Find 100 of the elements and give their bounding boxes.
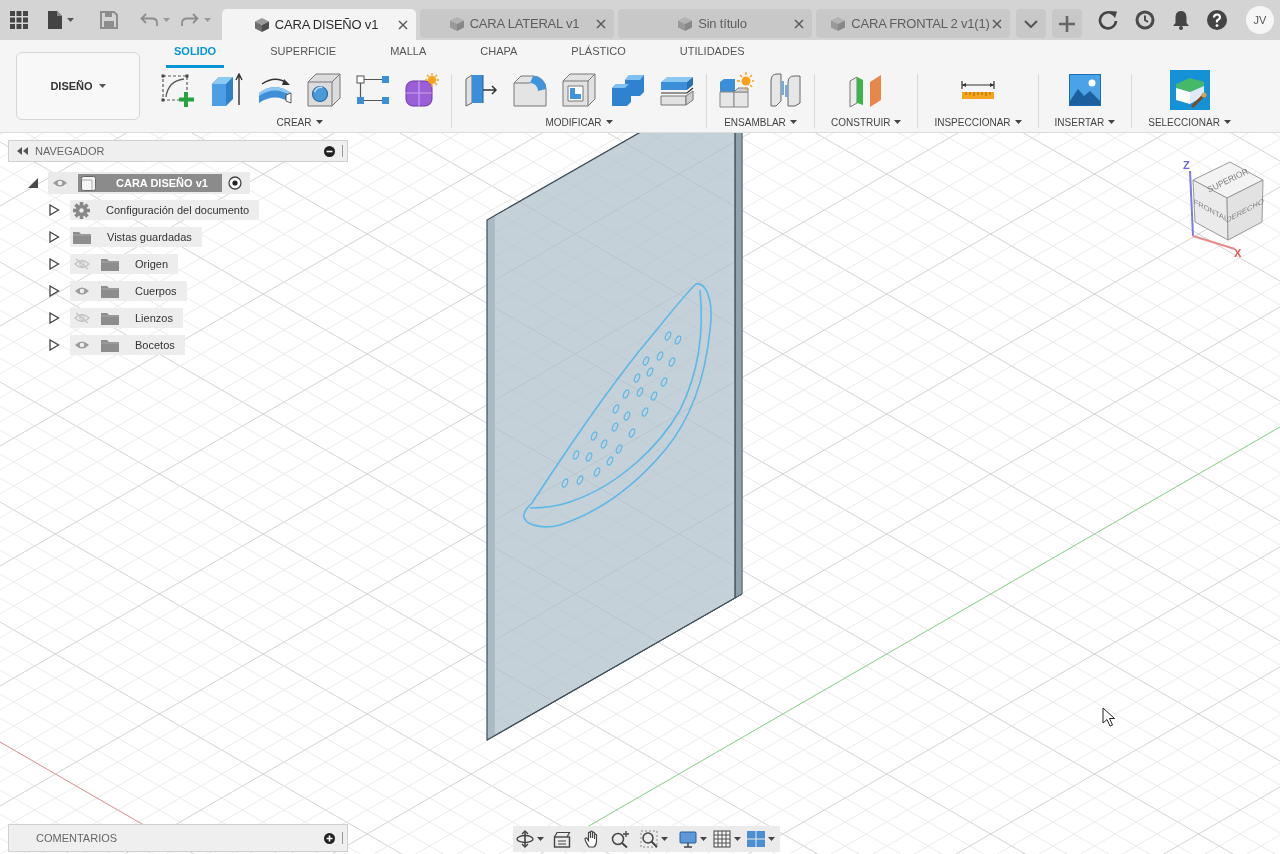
group-menu-button[interactable]: CREAR bbox=[276, 115, 323, 129]
radio-icon[interactable] bbox=[227, 176, 242, 190]
caret-icon[interactable] bbox=[537, 837, 544, 841]
sketch-plus-icon[interactable] bbox=[160, 73, 194, 107]
caret-icon bbox=[1014, 120, 1022, 124]
folder-icon bbox=[101, 257, 119, 271]
close-icon[interactable] bbox=[992, 18, 1002, 29]
gear-icon bbox=[73, 201, 90, 219]
caret-icon bbox=[315, 120, 323, 124]
close-icon[interactable] bbox=[596, 18, 606, 29]
disclosure-triangle-icon[interactable] bbox=[48, 258, 60, 270]
hole-cube-icon[interactable] bbox=[307, 73, 341, 107]
tree-item[interactable]: Configuración del documento bbox=[70, 200, 260, 220]
bell-icon[interactable] bbox=[1172, 10, 1190, 30]
tree-item[interactable]: Cuerpos bbox=[70, 281, 187, 301]
form-block-sparkle-icon[interactable] bbox=[405, 73, 439, 107]
cube-icon bbox=[253, 16, 270, 33]
grid-icon[interactable] bbox=[713, 830, 731, 848]
caret-icon[interactable] bbox=[661, 837, 668, 841]
caret-icon[interactable] bbox=[768, 837, 775, 841]
folder-icon bbox=[73, 230, 91, 244]
disclosure-triangle-icon[interactable] bbox=[48, 339, 60, 351]
caret-icon bbox=[1108, 120, 1116, 124]
orbit-icon[interactable] bbox=[516, 830, 534, 848]
ribbon-tab[interactable]: PLÁSTICO bbox=[563, 40, 634, 68]
ruler-dimension-icon[interactable] bbox=[961, 80, 995, 100]
folder-icon bbox=[101, 338, 119, 352]
view-cube-drawing[interactable] bbox=[1192, 161, 1264, 241]
cube-icon bbox=[448, 15, 465, 32]
new-tab-button[interactable] bbox=[1052, 9, 1082, 38]
group-menu-button[interactable]: ENSAMBLAR bbox=[724, 115, 797, 129]
tree-item[interactable]: Lienzos bbox=[70, 308, 183, 328]
chevron-down-icon bbox=[1024, 19, 1038, 28]
disclosure-triangle-icon[interactable] bbox=[27, 177, 39, 189]
ribbon-tab[interactable]: MALLA bbox=[382, 40, 435, 68]
mouse-pointer-icon bbox=[1102, 707, 1115, 727]
plus-circle-icon[interactable] bbox=[324, 832, 335, 844]
caret-icon bbox=[789, 120, 797, 124]
folder-icon bbox=[101, 311, 119, 325]
workspace-menu-button[interactable]: DISEÑO bbox=[16, 52, 140, 120]
component-box-icon bbox=[81, 175, 96, 191]
zoom-window-icon[interactable] bbox=[640, 830, 658, 848]
monitor-icon[interactable] bbox=[679, 830, 697, 848]
group-menu-button[interactable]: CONSTRUIR bbox=[831, 115, 902, 129]
caret-icon[interactable] bbox=[67, 18, 74, 22]
user-avatar[interactable]: JV bbox=[1246, 6, 1274, 34]
ribbon-tab[interactable]: CHAPA bbox=[472, 40, 526, 68]
help-icon[interactable] bbox=[1207, 10, 1227, 30]
blocks-sparkle-icon[interactable] bbox=[718, 72, 754, 108]
caret-icon bbox=[894, 120, 902, 124]
disclosure-triangle-icon[interactable] bbox=[48, 285, 60, 297]
disclosure-triangle-icon[interactable] bbox=[48, 231, 60, 243]
stepped-blocks-icon[interactable] bbox=[611, 74, 645, 106]
group-menu-button[interactable]: INSPECCIONAR bbox=[934, 115, 1022, 129]
cube-brush-icon[interactable] bbox=[1169, 70, 1210, 110]
circular-arrow-icon[interactable] bbox=[1098, 10, 1118, 30]
disclosure-triangle-icon[interactable] bbox=[48, 312, 60, 324]
joint-parts-icon[interactable] bbox=[769, 73, 801, 107]
hand-icon[interactable] bbox=[584, 830, 600, 848]
apps-grid-icon[interactable] bbox=[10, 11, 28, 29]
group-menu-button[interactable]: INSERTAR bbox=[1054, 115, 1116, 129]
cube-icon bbox=[677, 15, 694, 32]
axis-label: Z bbox=[1183, 159, 1190, 171]
collapse-panel-icon[interactable] bbox=[17, 147, 29, 155]
ribbon-tab[interactable]: UTILIDADES bbox=[671, 40, 753, 68]
tab-list-button[interactable] bbox=[1016, 9, 1046, 38]
extrude-box-icon[interactable] bbox=[209, 73, 243, 107]
minus-circle-icon[interactable] bbox=[324, 145, 335, 157]
layered-slab-icon[interactable] bbox=[660, 74, 694, 106]
document-tab[interactable]: CARA DISEÑO v1 bbox=[222, 9, 416, 40]
fillet-block-icon[interactable] bbox=[513, 73, 547, 107]
panel-title: COMENTARIOS bbox=[36, 832, 119, 844]
tree-item[interactable]: Bocetos bbox=[70, 335, 185, 355]
cube-icon bbox=[830, 15, 847, 32]
clock-icon[interactable] bbox=[1135, 10, 1155, 30]
close-icon[interactable] bbox=[398, 19, 408, 30]
caret-icon bbox=[605, 120, 613, 124]
document-tab[interactable]: CARA FRONTAL 2 v1(1) bbox=[816, 9, 1010, 38]
document-tab[interactable]: CARA LATERAL v1 bbox=[420, 9, 614, 38]
folder-icon bbox=[101, 284, 119, 298]
tree-item[interactable]: Origen bbox=[70, 254, 179, 274]
tree-item[interactable]: Vistas guardadas bbox=[70, 227, 202, 247]
ribbon-tab[interactable]: SUPERFICIE bbox=[262, 40, 345, 68]
caret-icon[interactable] bbox=[734, 837, 741, 841]
group-menu-button[interactable]: SELECCIONAR bbox=[1148, 115, 1231, 129]
press-pull-icon[interactable] bbox=[464, 73, 498, 107]
file-icon[interactable] bbox=[48, 11, 62, 29]
caret-icon bbox=[1223, 120, 1231, 124]
pattern-squares-icon[interactable] bbox=[356, 75, 390, 105]
group-menu-button[interactable]: MODIFICAR bbox=[545, 115, 613, 129]
shell-box-icon[interactable] bbox=[562, 73, 596, 107]
document-tab[interactable]: Sin título bbox=[618, 9, 812, 38]
panel-title: NAVEGADOR bbox=[35, 145, 106, 157]
disclosure-triangle-icon[interactable] bbox=[48, 204, 60, 216]
close-icon[interactable] bbox=[794, 18, 804, 29]
caret-icon bbox=[98, 84, 106, 88]
image-icon[interactable] bbox=[1068, 74, 1101, 106]
zoom-icon[interactable] bbox=[611, 830, 631, 848]
clapperboard-icon[interactable] bbox=[553, 830, 571, 848]
caret-icon[interactable] bbox=[700, 837, 707, 841]
